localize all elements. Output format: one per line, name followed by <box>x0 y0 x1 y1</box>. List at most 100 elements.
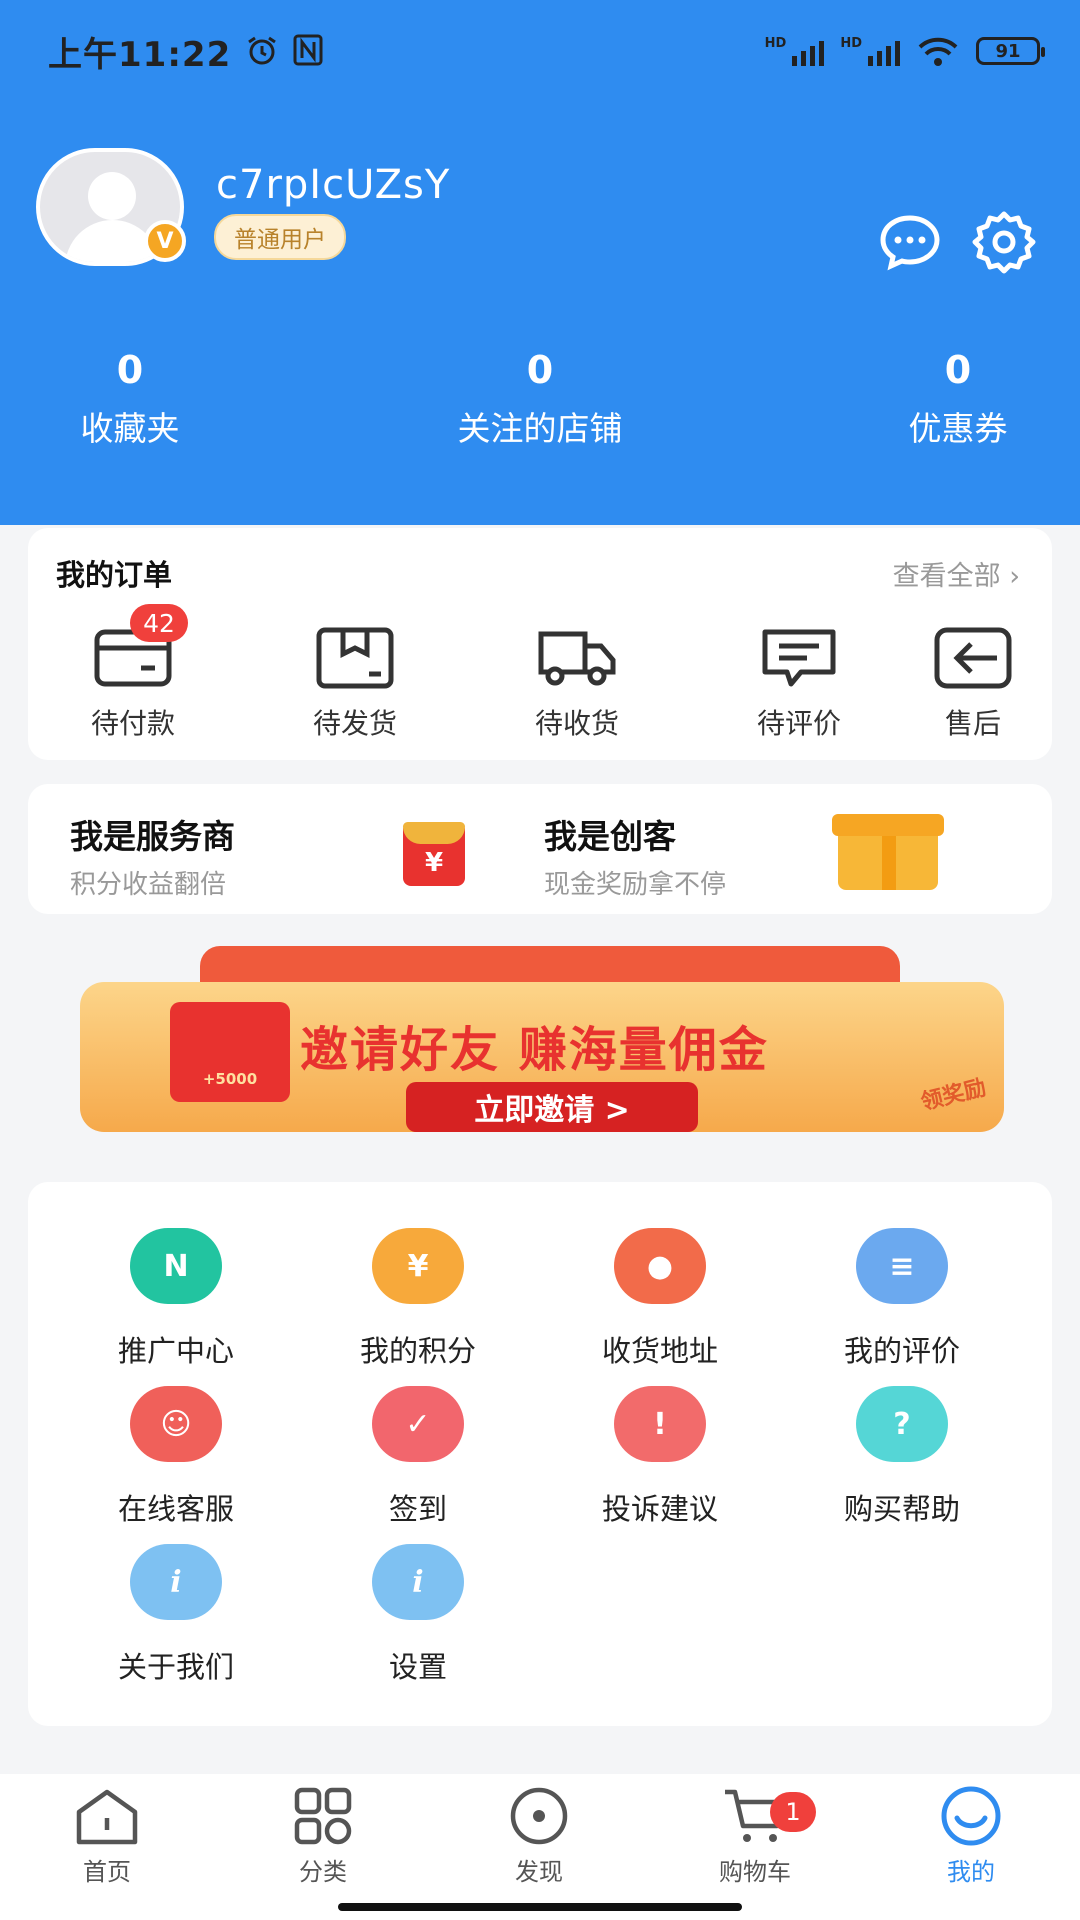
nav-label: 首页 <box>83 1858 131 1886</box>
promo-subtitle: 积分收益翻倍 <box>70 870 227 900</box>
order-label: 待发货 <box>312 707 397 740</box>
service-settings[interactable]: i 设置 <box>308 1544 528 1686</box>
gear-icon <box>972 211 1036 274</box>
service-complaints[interactable]: ! 投诉建议 <box>550 1386 770 1528</box>
service-promotion-center[interactable]: N 推广中心 <box>66 1228 286 1370</box>
order-after-sales[interactable]: 售后 <box>898 626 1048 742</box>
username: c7rpIcUZsY <box>216 162 451 208</box>
info-icon: i <box>130 1544 222 1620</box>
order-pending-payment[interactable]: 42 待付款 <box>58 604 208 742</box>
service-my-points[interactable]: ¥ 我的积分 <box>308 1228 528 1370</box>
service-label: 我的评价 <box>843 1334 960 1368</box>
red-envelope-icon: ¥ <box>403 822 465 886</box>
stat-label: 关注的店铺 <box>457 409 623 448</box>
service-label: 签到 <box>388 1492 447 1526</box>
return-icon <box>934 627 1012 689</box>
service-purchase-help[interactable]: ? 购买帮助 <box>792 1386 1012 1528</box>
nav-label: 分类 <box>299 1858 347 1886</box>
message-button[interactable] <box>878 210 942 274</box>
orders-card: 我的订单 查看全部 › 42 待付款 待发货 待收货 待评价 售后 <box>28 528 1052 760</box>
invite-now-button[interactable]: 立即邀请 > <box>406 1082 698 1132</box>
nav-category[interactable]: 分类 <box>258 1786 388 1887</box>
profile-page: 上午11:22 HD HD 91 V c7rpIcUZsY 普通用户 0 收藏夹… <box>0 0 1080 1920</box>
status-time: 上午11:22 <box>48 34 232 75</box>
gift-box-icon <box>832 814 944 890</box>
stat-label: 收藏夹 <box>80 409 180 448</box>
stat-label: 优惠券 <box>908 409 1008 448</box>
stat-value: 0 <box>116 348 144 392</box>
service-online-support[interactable]: ☺ 在线客服 <box>66 1386 286 1528</box>
service-about-us[interactable]: i 关于我们 <box>66 1544 286 1686</box>
promo-title: 我是创客 <box>544 817 676 856</box>
info-icon: i <box>372 1544 464 1620</box>
nav-cart[interactable]: 1 购物车 <box>690 1786 820 1887</box>
invite-friends-banner[interactable]: +5000 邀请好友 赚海量佣金 立即邀请 > 领奖励 <box>80 942 1004 1152</box>
bottom-nav: 首页 分类 发现 1 购物车 我的 <box>0 1774 1080 1920</box>
document-icon: ≡ <box>856 1228 948 1304</box>
location-icon: ● <box>614 1228 706 1304</box>
service-label: 推广中心 <box>117 1334 234 1368</box>
warning-icon: ! <box>614 1386 706 1462</box>
stat-value: 0 <box>944 348 972 392</box>
nfc-icon <box>293 34 323 66</box>
orders-title: 我的订单 <box>56 558 173 592</box>
status-bar: 上午11:22 HD HD 91 <box>48 26 1045 76</box>
user-level-badge: 普通用户 <box>214 214 346 260</box>
stat-value: 0 <box>526 348 554 392</box>
nav-profile[interactable]: 我的 <box>906 1786 1036 1887</box>
order-label: 待收货 <box>534 707 619 740</box>
cart-count-badge: 1 <box>770 1792 816 1832</box>
promo-title: 我是服务商 <box>70 817 235 856</box>
order-label: 待评价 <box>756 707 841 740</box>
service-label: 关于我们 <box>117 1650 234 1684</box>
order-pending-shipment[interactable]: 待发货 <box>280 626 430 742</box>
signal-icon: HD <box>765 36 825 66</box>
order-label: 售后 <box>944 707 1001 740</box>
stat-favorites[interactable]: 0 收藏夹 <box>0 348 260 450</box>
comment-icon <box>762 629 836 687</box>
network-icon: N <box>130 1228 222 1304</box>
service-label: 设置 <box>388 1650 447 1684</box>
service-check-in[interactable]: ✓ 签到 <box>308 1386 528 1528</box>
service-shipping-address[interactable]: ● 收货地址 <box>550 1228 770 1370</box>
home-icon <box>76 1789 138 1845</box>
creator-entry[interactable]: 我是创客 现金奖励拿不停 <box>544 810 726 901</box>
nav-label: 我的 <box>947 1858 995 1886</box>
nav-label: 购物车 <box>719 1858 791 1886</box>
nav-discover[interactable]: 发现 <box>474 1786 604 1887</box>
service-label: 购买帮助 <box>843 1492 960 1526</box>
nav-label: 发现 <box>515 1858 563 1886</box>
stat-followed-shops[interactable]: 0 关注的店铺 <box>410 348 670 450</box>
vip-badge: V <box>144 220 186 262</box>
home-indicator[interactable] <box>338 1903 742 1911</box>
promo-subtitle: 现金奖励拿不停 <box>544 870 727 900</box>
headset-icon: ☺ <box>130 1386 222 1462</box>
chat-bubble-icon <box>880 215 940 271</box>
settings-button[interactable] <box>972 210 1036 274</box>
order-count-badge: 42 <box>130 604 188 642</box>
calendar-icon: ✓ <box>372 1386 464 1462</box>
services-grid: N 推广中心 ¥ 我的积分 ● 收货地址 ≡ 我的评价 ☺ 在线客服 ✓ 签到 … <box>28 1182 1052 1726</box>
service-my-reviews[interactable]: ≡ 我的评价 <box>792 1228 1012 1370</box>
order-pending-receipt[interactable]: 待收货 <box>502 626 652 742</box>
profile-header: 上午11:22 HD HD 91 V c7rpIcUZsY 普通用户 0 收藏夹… <box>0 0 1080 525</box>
signal-icon-2: HD <box>840 36 900 66</box>
red-envelope-glyph: ¥ <box>424 848 444 878</box>
view-all-orders-link[interactable]: 查看全部 › <box>893 554 1020 593</box>
service-label: 我的积分 <box>359 1334 476 1368</box>
order-pending-review[interactable]: 待评价 <box>724 626 874 742</box>
order-label: 待付款 <box>90 707 175 740</box>
stat-coupons[interactable]: 0 优惠券 <box>828 348 1080 450</box>
service-label: 收货地址 <box>601 1334 718 1368</box>
banner-gift-icon: +5000 <box>170 1002 290 1102</box>
profile-icon <box>941 1786 1001 1846</box>
box-icon <box>316 627 394 689</box>
service-provider-entry[interactable]: 我是服务商 积分收益翻倍 <box>70 810 235 901</box>
nav-home[interactable]: 首页 <box>42 1786 172 1887</box>
service-label: 投诉建议 <box>601 1492 718 1526</box>
banner-gift-text: +5000 <box>202 1070 258 1088</box>
help-icon: ? <box>856 1386 948 1462</box>
alarm-icon <box>248 36 277 65</box>
category-icon <box>294 1787 352 1845</box>
points-icon: ¥ <box>372 1228 464 1304</box>
